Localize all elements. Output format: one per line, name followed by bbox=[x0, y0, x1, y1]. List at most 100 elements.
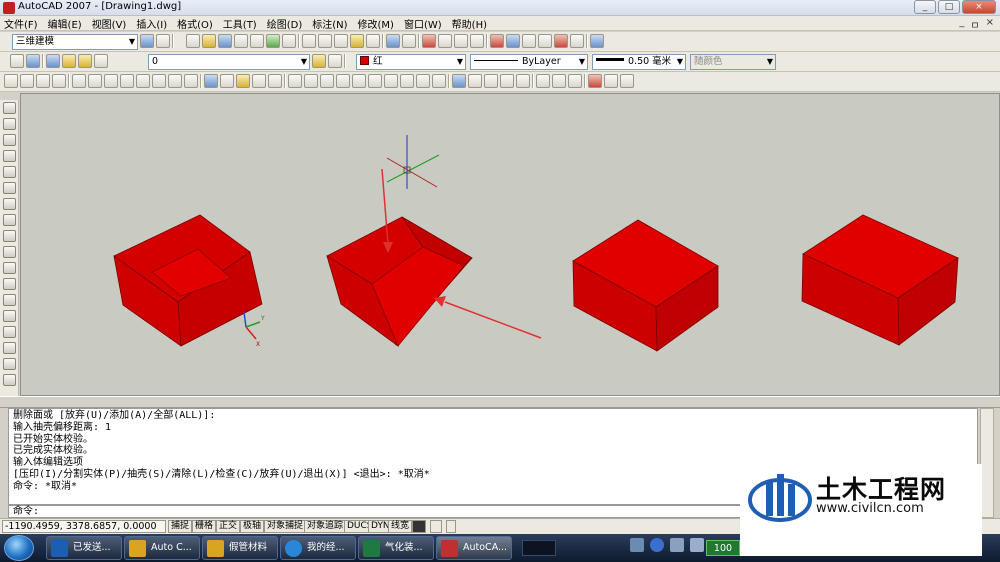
bottom-view-icon[interactable] bbox=[88, 74, 102, 88]
ucs-zaxis-icon[interactable] bbox=[252, 74, 266, 88]
workspace-combo[interactable]: 三维建模 ▼ bbox=[12, 34, 138, 50]
markup-icon[interactable] bbox=[554, 34, 568, 48]
cylinder-icon[interactable] bbox=[368, 74, 382, 88]
revolve-icon[interactable] bbox=[500, 74, 514, 88]
paste-icon[interactable] bbox=[334, 34, 348, 48]
autocad-app-icon[interactable] bbox=[3, 2, 15, 14]
sw-iso-icon[interactable] bbox=[168, 74, 182, 88]
drawing-viewport[interactable]: Y X bbox=[20, 93, 1000, 396]
menu-insert[interactable]: 插入(I) bbox=[136, 16, 167, 31]
3d-rotate-icon[interactable] bbox=[604, 74, 618, 88]
ortho-toggle[interactable]: 正交 bbox=[216, 520, 241, 533]
menu-edit[interactable]: 编辑(E) bbox=[48, 16, 82, 31]
adjust-distance-icon[interactable] bbox=[52, 74, 66, 88]
layer-manager-icon[interactable] bbox=[10, 54, 24, 68]
lineweight-combo[interactable]: 0.50 毫米 ▼ bbox=[592, 54, 686, 70]
hatch-icon[interactable] bbox=[3, 326, 16, 338]
close-button[interactable]: × bbox=[962, 0, 996, 14]
volume-icon[interactable] bbox=[670, 538, 684, 552]
spline-icon[interactable] bbox=[3, 230, 16, 242]
menu-file[interactable]: 文件(F) bbox=[4, 16, 38, 31]
rectangle-icon[interactable] bbox=[3, 166, 16, 178]
taskbar-folder-materials[interactable]: 假管材料 bbox=[202, 536, 278, 560]
sheet-set-icon[interactable] bbox=[538, 34, 552, 48]
layer-on-icon[interactable] bbox=[62, 54, 76, 68]
design-center-icon[interactable] bbox=[506, 34, 520, 48]
insert-block-icon[interactable] bbox=[3, 278, 16, 290]
calculator-icon[interactable] bbox=[570, 34, 584, 48]
minimize-button[interactable]: _ bbox=[914, 0, 936, 14]
open-file-icon[interactable] bbox=[202, 34, 216, 48]
subtract-icon[interactable] bbox=[552, 74, 566, 88]
lock-icon[interactable] bbox=[430, 520, 442, 533]
layer-freeze-icon[interactable] bbox=[78, 54, 92, 68]
linetype-combo[interactable]: ByLayer ▼ bbox=[470, 54, 588, 70]
loft-icon[interactable] bbox=[516, 74, 530, 88]
ucs-3point-icon[interactable] bbox=[268, 74, 282, 88]
menu-draw[interactable]: 绘图(D) bbox=[267, 16, 303, 31]
copy-icon[interactable] bbox=[318, 34, 332, 48]
box-icon[interactable] bbox=[304, 74, 318, 88]
menu-format[interactable]: 格式(O) bbox=[177, 16, 213, 31]
properties-icon[interactable] bbox=[490, 34, 504, 48]
model-icon[interactable] bbox=[412, 520, 426, 533]
pan-icon[interactable] bbox=[422, 34, 436, 48]
helix-icon[interactable] bbox=[416, 74, 430, 88]
block-editor-icon[interactable] bbox=[366, 34, 380, 48]
zoom-previous-icon[interactable] bbox=[470, 34, 484, 48]
ellipse-icon[interactable] bbox=[3, 246, 16, 258]
layer-previous-icon[interactable] bbox=[26, 54, 40, 68]
cone-icon[interactable] bbox=[336, 74, 350, 88]
point-icon[interactable] bbox=[3, 310, 16, 322]
layer-lock-icon[interactable] bbox=[94, 54, 108, 68]
circle-icon[interactable] bbox=[3, 198, 16, 210]
top-view-icon[interactable] bbox=[72, 74, 86, 88]
make-current-layer-icon[interactable] bbox=[312, 54, 326, 68]
menu-modify[interactable]: 修改(M) bbox=[358, 16, 394, 31]
continuous-orbit-icon[interactable] bbox=[36, 74, 50, 88]
arrow-updown-icon[interactable] bbox=[446, 520, 456, 533]
front-view-icon[interactable] bbox=[136, 74, 150, 88]
zoom-window-icon[interactable] bbox=[454, 34, 468, 48]
menu-tools[interactable]: 工具(T) bbox=[223, 16, 257, 31]
menu-help[interactable]: 帮助(H) bbox=[452, 16, 487, 31]
table-icon[interactable] bbox=[3, 374, 16, 386]
3d-align-icon[interactable] bbox=[620, 74, 634, 88]
zoom-realtime-icon[interactable] bbox=[438, 34, 452, 48]
3d-move-icon[interactable] bbox=[588, 74, 602, 88]
free-orbit-icon[interactable] bbox=[20, 74, 34, 88]
taskbar-autocad[interactable]: AutoCA... bbox=[436, 536, 512, 560]
otrack-toggle[interactable]: 对象追踪 bbox=[304, 520, 347, 533]
help-tray-icon[interactable] bbox=[650, 538, 664, 552]
snap-toggle[interactable]: 捕捉 bbox=[168, 520, 193, 533]
union-icon[interactable] bbox=[536, 74, 550, 88]
3d-dwf-icon[interactable] bbox=[282, 34, 296, 48]
doc-restore-button[interactable]: ㅁ bbox=[970, 17, 979, 32]
doc-minimize-button[interactable]: _ bbox=[959, 17, 964, 32]
ucs-world-icon[interactable] bbox=[220, 74, 234, 88]
menu-window[interactable]: 窗口(W) bbox=[404, 16, 442, 31]
sphere-icon[interactable] bbox=[352, 74, 366, 88]
workspace-settings-icon[interactable] bbox=[140, 34, 154, 48]
command-window-splitter[interactable] bbox=[0, 396, 1000, 408]
layer-states-icon[interactable] bbox=[328, 54, 342, 68]
help-icon[interactable] bbox=[590, 34, 604, 48]
ucs-icon[interactable] bbox=[204, 74, 218, 88]
shelled-box-2[interactable] bbox=[326, 216, 473, 348]
layer-stack-icon[interactable] bbox=[46, 54, 60, 68]
left-view-icon[interactable] bbox=[104, 74, 118, 88]
polygon-icon[interactable] bbox=[3, 150, 16, 162]
save-icon[interactable] bbox=[218, 34, 232, 48]
solid-box-3[interactable] bbox=[572, 219, 719, 352]
polar-toggle[interactable]: 极轴 bbox=[240, 520, 265, 533]
ucs-origin-icon[interactable] bbox=[236, 74, 250, 88]
solid-box-4[interactable] bbox=[801, 214, 959, 346]
wedge-icon[interactable] bbox=[320, 74, 334, 88]
ellipse-arc-icon[interactable] bbox=[3, 262, 16, 274]
maximize-button[interactable]: □ bbox=[938, 0, 960, 14]
network-icon[interactable] bbox=[690, 538, 704, 552]
sweep-icon[interactable] bbox=[484, 74, 498, 88]
gradient-icon[interactable] bbox=[3, 342, 16, 354]
torus-icon[interactable] bbox=[384, 74, 398, 88]
print-icon[interactable] bbox=[234, 34, 248, 48]
